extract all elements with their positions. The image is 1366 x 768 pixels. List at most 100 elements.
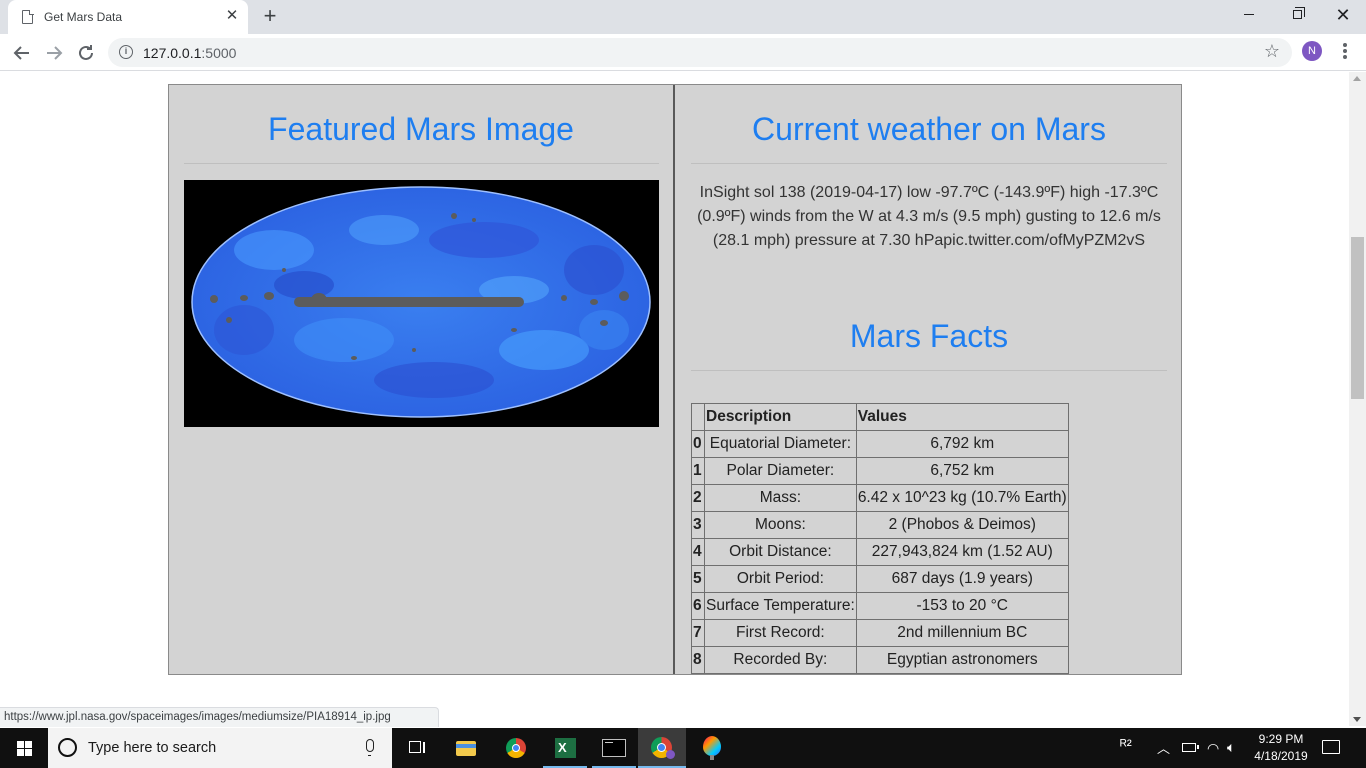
info-icon[interactable]: i: [119, 45, 133, 59]
back-button[interactable]: [10, 41, 34, 65]
featured-image-title: Featured Mars Image: [268, 111, 574, 147]
notification-center-icon[interactable]: [1322, 740, 1340, 754]
table-row: 0 Equatorial Diameter: 6,792 km: [691, 430, 1069, 458]
mars-facts-title: Mars Facts: [849, 318, 1009, 354]
fact-description: Mass:: [704, 484, 857, 512]
wifi-icon[interactable]: ◠: [1207, 740, 1219, 768]
row-index: 5: [691, 565, 705, 593]
row-index: 6: [691, 592, 705, 620]
scroll-up-icon[interactable]: [1353, 76, 1361, 81]
reload-button[interactable]: [74, 41, 98, 65]
restore-icon: [1293, 7, 1305, 19]
table-row: 3 Moons: 2 (Phobos & Deimos): [691, 511, 1069, 539]
row-index: 8: [691, 646, 705, 674]
tab-close-button[interactable]: ✕: [224, 8, 240, 24]
clock-time: 9:29 PM: [1258, 732, 1304, 746]
tab-get-mars-data[interactable]: Get Mars Data ✕: [8, 0, 248, 34]
star-icon[interactable]: ☆: [1264, 41, 1280, 62]
chrome-profile-icon[interactable]: [638, 728, 686, 768]
table-header-row: Description Values: [691, 403, 1069, 431]
fact-description: Recorded By:: [704, 646, 857, 674]
fact-description: Surface Temperature:: [704, 592, 857, 620]
window-close-button[interactable]: ✕: [1320, 0, 1366, 30]
fact-description: Orbit Period:: [704, 565, 857, 593]
row-index: 2: [691, 484, 705, 512]
file-icon: [22, 9, 34, 24]
profile-avatar[interactable]: N: [1302, 41, 1322, 61]
search-placeholder: Type here to search: [88, 740, 217, 756]
divider: [691, 163, 1167, 164]
content-container: Featured Mars Image Current weather on M…: [168, 84, 1182, 675]
weather-facts-panel: Current weather on Mars InSight sol 138 …: [677, 85, 1181, 674]
table-row: 5 Orbit Period: 687 days (1.9 years): [691, 565, 1069, 593]
fact-description: Equatorial Diameter:: [704, 430, 857, 458]
table-row: 2 Mass: 6.42 x 10^23 kg (10.7% Earth): [691, 484, 1069, 512]
table-row: 7 First Record: 2nd millennium BC: [691, 619, 1069, 647]
browser-toolbar: i 127.0.0.1:5000 ☆ N: [0, 34, 1366, 71]
fact-value: 227,943,824 km (1.52 AU): [855, 538, 1069, 566]
clock-date: 4/18/2019: [1254, 749, 1308, 763]
reload-icon: [79, 45, 93, 60]
scroll-down-icon[interactable]: [1353, 717, 1361, 722]
vertical-scrollbar[interactable]: [1349, 72, 1366, 726]
fact-description: First Record:: [704, 619, 857, 647]
fact-value: Egyptian astronomers: [855, 646, 1069, 674]
tab-strip: Get Mars Data ✕ + ✕: [0, 0, 1366, 34]
link-status-bubble: https://www.jpl.nasa.gov/spaceimages/ima…: [0, 707, 439, 727]
column-header: Description: [704, 403, 857, 431]
scrollbar-thumb[interactable]: [1351, 237, 1364, 399]
microphone-icon[interactable]: [366, 739, 374, 756]
row-index: 0: [691, 430, 705, 458]
row-index: 4: [691, 538, 705, 566]
table-row: 1 Polar Diameter: 6,752 km: [691, 457, 1069, 485]
volume-icon[interactable]: 🔈︎: [1227, 739, 1235, 768]
row-index: 3: [691, 511, 705, 539]
tab-title: Get Mars Data: [44, 10, 123, 24]
fact-description: Orbit Distance:: [704, 538, 857, 566]
system-clock[interactable]: 9:29 PM 4/18/2019: [1250, 731, 1312, 765]
divider: [184, 163, 659, 164]
minimize-icon: [1244, 14, 1254, 15]
row-index: 1: [691, 457, 705, 485]
fact-value: 2nd millennium BC: [855, 619, 1069, 647]
file-explorer-icon[interactable]: [442, 728, 490, 768]
address-bar[interactable]: i 127.0.0.1:5000 ☆: [108, 38, 1292, 67]
fact-description: Moons:: [704, 511, 857, 539]
page-viewport: Featured Mars Image Current weather on M…: [0, 72, 1349, 726]
new-tab-button[interactable]: +: [258, 5, 282, 29]
featured-mars-image[interactable]: [184, 180, 659, 427]
forward-button[interactable]: [42, 41, 66, 65]
terminal-icon[interactable]: [590, 728, 638, 768]
table-row: 8 Recorded By: Egyptian astronomers: [691, 646, 1069, 674]
fact-value: 687 days (1.9 years): [855, 565, 1069, 593]
balloon-app-icon[interactable]: [688, 728, 736, 768]
weather-report: InSight sol 138 (2019-04-17) low -97.7ºC…: [697, 184, 1161, 249]
chrome-icon[interactable]: [492, 728, 540, 768]
fact-value: 2 (Phobos & Deimos): [855, 511, 1069, 539]
column-header: Values: [855, 403, 1069, 431]
excel-icon[interactable]: X: [541, 728, 589, 768]
taskbar-search-box[interactable]: Type here to search: [48, 728, 392, 768]
menu-icon[interactable]: [1336, 42, 1354, 62]
fact-description: Polar Diameter:: [704, 457, 857, 485]
fact-value: -153 to 20 °C: [855, 592, 1069, 620]
forward-arrow-icon: [47, 46, 63, 60]
minimize-button[interactable]: [1226, 0, 1272, 30]
start-button[interactable]: [0, 728, 48, 768]
fact-value: 6.42 x 10^23 kg (10.7% Earth): [855, 484, 1069, 512]
table-row: 4 Orbit Distance: 227,943,824 km (1.52 A…: [691, 538, 1069, 566]
row-index: 7: [691, 619, 705, 647]
task-view-icon[interactable]: [392, 728, 440, 768]
fact-value: 6,752 km: [855, 457, 1069, 485]
featured-image-panel: Featured Mars Image: [169, 85, 675, 674]
people-icon[interactable]: ᴿ²: [1120, 737, 1140, 768]
show-hidden-icons-icon[interactable]: ︿: [1157, 738, 1170, 768]
restore-button[interactable]: [1274, 0, 1320, 30]
column-header: [691, 403, 705, 431]
fact-value: 6,792 km: [855, 430, 1069, 458]
windows-taskbar: Type here to search X ᴿ² ︿ ◠ 🔈︎ 9:29 PM …: [0, 728, 1366, 768]
url-text[interactable]: 127.0.0.1:5000: [143, 45, 236, 61]
mars-facts-table: Description Values 0 Equatorial Diameter…: [691, 403, 1069, 674]
back-arrow-icon: [13, 46, 29, 60]
battery-icon[interactable]: [1182, 743, 1199, 752]
